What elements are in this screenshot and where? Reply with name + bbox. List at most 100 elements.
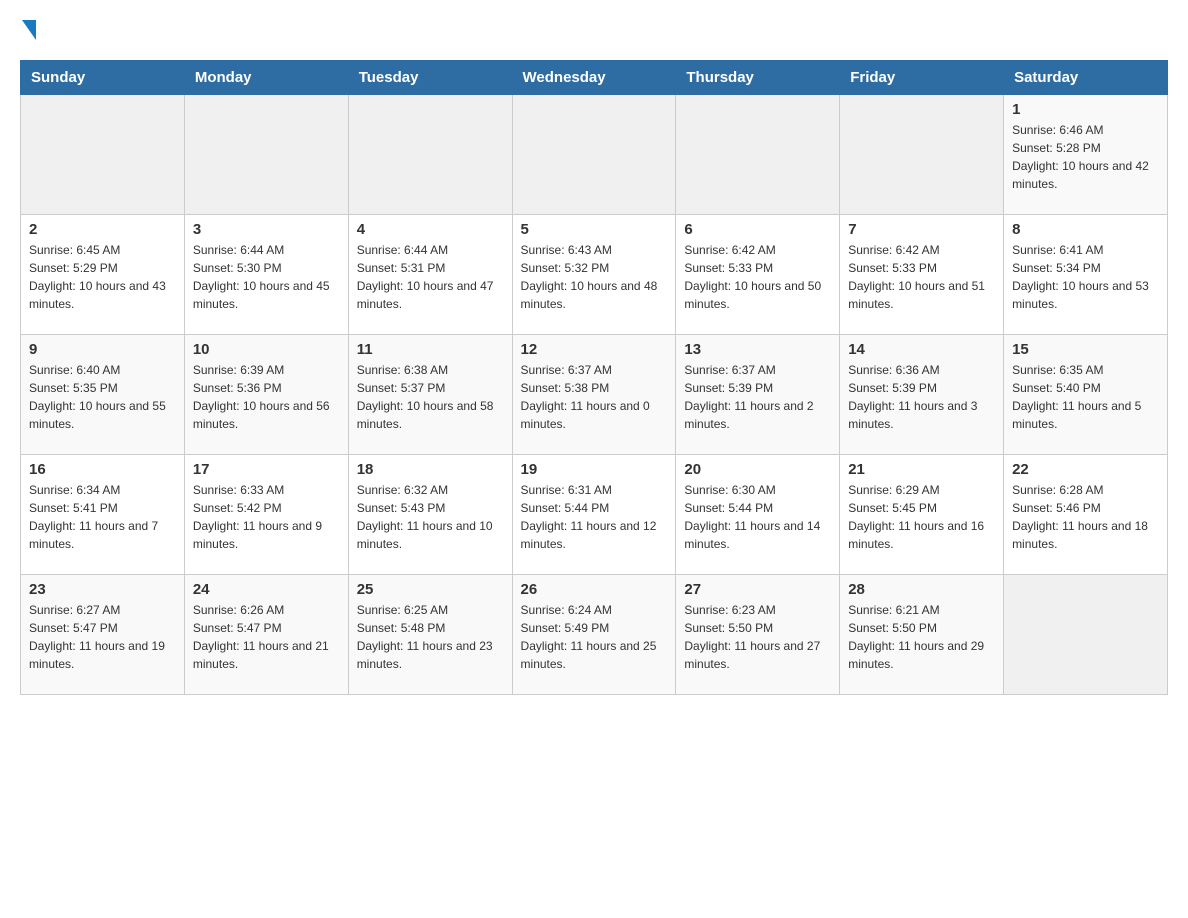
- day-number: 8: [1012, 221, 1159, 238]
- day-info: Sunrise: 6:31 AMSunset: 5:44 PMDaylight:…: [521, 481, 668, 553]
- day-info: Sunrise: 6:38 AMSunset: 5:37 PMDaylight:…: [357, 361, 504, 433]
- calendar-day-cell: 16 Sunrise: 6:34 AMSunset: 5:41 PMDayligh…: [21, 455, 185, 575]
- day-info: Sunrise: 6:45 AMSunset: 5:29 PMDaylight:…: [29, 241, 176, 313]
- calendar-day-cell: [512, 95, 676, 215]
- day-number: 20: [684, 461, 831, 478]
- day-number: 19: [521, 461, 668, 478]
- day-number: 1: [1012, 101, 1159, 118]
- day-info: Sunrise: 6:32 AMSunset: 5:43 PMDaylight:…: [357, 481, 504, 553]
- day-info: Sunrise: 6:33 AMSunset: 5:42 PMDaylight:…: [193, 481, 340, 553]
- day-number: 26: [521, 581, 668, 598]
- logo: [20, 20, 36, 44]
- day-number: 22: [1012, 461, 1159, 478]
- calendar-day-cell: 5Sunrise: 6:43 AMSunset: 5:32 PMDaylight…: [512, 215, 676, 335]
- day-info: Sunrise: 6:42 AMSunset: 5:33 PMDaylight:…: [848, 241, 995, 313]
- calendar-day-header: Thursday: [676, 61, 840, 95]
- calendar-week-row: 1 Sunrise: 6:46 AMSunset: 5:28 PMDaylight…: [21, 95, 1168, 215]
- day-info: Sunrise: 6:43 AMSunset: 5:32 PMDaylight:…: [521, 241, 668, 313]
- day-info: Sunrise: 6:34 AMSunset: 5:41 PMDaylight:…: [29, 481, 176, 553]
- calendar-day-cell: 12Sunrise: 6:37 AMSunset: 5:38 PMDayligh…: [512, 335, 676, 455]
- day-info: Sunrise: 6:37 AMSunset: 5:38 PMDaylight:…: [521, 361, 668, 433]
- calendar-day-cell: 3 Sunrise: 6:44 AMSunset: 5:30 PMDaylight…: [184, 215, 348, 335]
- logo-text: [20, 20, 36, 42]
- day-number: 15: [1012, 341, 1159, 358]
- day-info: Sunrise: 6:24 AMSunset: 5:49 PMDaylight:…: [521, 601, 668, 673]
- calendar-day-cell: [840, 95, 1004, 215]
- calendar-day-cell: [21, 95, 185, 215]
- day-number: 10: [193, 341, 340, 358]
- calendar-day-cell: 27 Sunrise: 6:23 AMSunset: 5:50 PMDayligh…: [676, 575, 840, 695]
- calendar-day-cell: 9 Sunrise: 6:40 AMSunset: 5:35 PMDaylight…: [21, 335, 185, 455]
- day-info: Sunrise: 6:44 AMSunset: 5:31 PMDaylight:…: [357, 241, 504, 313]
- day-number: 3: [193, 221, 340, 238]
- day-number: 24: [193, 581, 340, 598]
- day-info: Sunrise: 6:44 AMSunset: 5:30 PMDaylight:…: [193, 241, 340, 313]
- calendar-day-cell: [348, 95, 512, 215]
- calendar-day-cell: 26 Sunrise: 6:24 AMSunset: 5:49 PMDayligh…: [512, 575, 676, 695]
- calendar-day-cell: 17 Sunrise: 6:33 AMSunset: 5:42 PMDayligh…: [184, 455, 348, 575]
- calendar-day-cell: 25 Sunrise: 6:25 AMSunset: 5:48 PMDayligh…: [348, 575, 512, 695]
- day-number: 16: [29, 461, 176, 478]
- day-number: 17: [193, 461, 340, 478]
- calendar-day-cell: 11 Sunrise: 6:38 AMSunset: 5:37 PMDayligh…: [348, 335, 512, 455]
- calendar-day-cell: 28Sunrise: 6:21 AMSunset: 5:50 PMDayligh…: [840, 575, 1004, 695]
- day-number: 9: [29, 341, 176, 358]
- day-number: 25: [357, 581, 504, 598]
- day-number: 14: [848, 341, 995, 358]
- calendar-day-cell: 21Sunrise: 6:29 AMSunset: 5:45 PMDayligh…: [840, 455, 1004, 575]
- calendar-day-cell: 4 Sunrise: 6:44 AMSunset: 5:31 PMDaylight…: [348, 215, 512, 335]
- calendar-day-cell: 10 Sunrise: 6:39 AMSunset: 5:36 PMDayligh…: [184, 335, 348, 455]
- day-info: Sunrise: 6:42 AMSunset: 5:33 PMDaylight:…: [684, 241, 831, 313]
- day-number: 13: [684, 341, 831, 358]
- calendar-day-header: Wednesday: [512, 61, 676, 95]
- logo-arrow-icon: [22, 20, 36, 40]
- day-info: Sunrise: 6:25 AMSunset: 5:48 PMDaylight:…: [357, 601, 504, 673]
- day-info: Sunrise: 6:40 AMSunset: 5:35 PMDaylight:…: [29, 361, 176, 433]
- day-info: Sunrise: 6:26 AMSunset: 5:47 PMDaylight:…: [193, 601, 340, 673]
- calendar-day-header: Monday: [184, 61, 348, 95]
- calendar-day-cell: 14 Sunrise: 6:36 AMSunset: 5:39 PMDayligh…: [840, 335, 1004, 455]
- calendar-week-row: 16 Sunrise: 6:34 AMSunset: 5:41 PMDayligh…: [21, 455, 1168, 575]
- day-info: Sunrise: 6:27 AMSunset: 5:47 PMDaylight:…: [29, 601, 176, 673]
- day-info: Sunrise: 6:46 AMSunset: 5:28 PMDaylight:…: [1012, 121, 1159, 193]
- calendar-day-cell: 22 Sunrise: 6:28 AMSunset: 5:46 PMDayligh…: [1004, 455, 1168, 575]
- day-info: Sunrise: 6:21 AMSunset: 5:50 PMDaylight:…: [848, 601, 995, 673]
- calendar-day-cell: 19 Sunrise: 6:31 AMSunset: 5:44 PMDayligh…: [512, 455, 676, 575]
- calendar-week-row: 23 Sunrise: 6:27 AMSunset: 5:47 PMDayligh…: [21, 575, 1168, 695]
- calendar-day-cell: 23 Sunrise: 6:27 AMSunset: 5:47 PMDayligh…: [21, 575, 185, 695]
- calendar-day-cell: 7 Sunrise: 6:42 AMSunset: 5:33 PMDaylight…: [840, 215, 1004, 335]
- calendar-day-cell: 1 Sunrise: 6:46 AMSunset: 5:28 PMDaylight…: [1004, 95, 1168, 215]
- calendar-header-row: SundayMondayTuesdayWednesdayThursdayFrid…: [21, 61, 1168, 95]
- day-number: 2: [29, 221, 176, 238]
- day-info: Sunrise: 6:23 AMSunset: 5:50 PMDaylight:…: [684, 601, 831, 673]
- calendar-day-header: Sunday: [21, 61, 185, 95]
- day-info: Sunrise: 6:29 AMSunset: 5:45 PMDaylight:…: [848, 481, 995, 553]
- calendar-day-cell: 8 Sunrise: 6:41 AMSunset: 5:34 PMDaylight…: [1004, 215, 1168, 335]
- calendar-day-cell: [1004, 575, 1168, 695]
- calendar-week-row: 2 Sunrise: 6:45 AMSunset: 5:29 PMDaylight…: [21, 215, 1168, 335]
- calendar-day-cell: 18 Sunrise: 6:32 AMSunset: 5:43 PMDayligh…: [348, 455, 512, 575]
- page-header: [20, 20, 1168, 44]
- calendar-day-cell: 15 Sunrise: 6:35 AMSunset: 5:40 PMDayligh…: [1004, 335, 1168, 455]
- day-number: 4: [357, 221, 504, 238]
- day-info: Sunrise: 6:35 AMSunset: 5:40 PMDaylight:…: [1012, 361, 1159, 433]
- calendar-day-header: Tuesday: [348, 61, 512, 95]
- day-number: 18: [357, 461, 504, 478]
- day-number: 23: [29, 581, 176, 598]
- calendar-day-header: Friday: [840, 61, 1004, 95]
- calendar-day-header: Saturday: [1004, 61, 1168, 95]
- day-info: Sunrise: 6:41 AMSunset: 5:34 PMDaylight:…: [1012, 241, 1159, 313]
- calendar-day-cell: 24 Sunrise: 6:26 AMSunset: 5:47 PMDayligh…: [184, 575, 348, 695]
- calendar-day-cell: 13Sunrise: 6:37 AMSunset: 5:39 PMDayligh…: [676, 335, 840, 455]
- day-info: Sunrise: 6:28 AMSunset: 5:46 PMDaylight:…: [1012, 481, 1159, 553]
- day-number: 11: [357, 341, 504, 358]
- day-number: 27: [684, 581, 831, 598]
- day-number: 6: [684, 221, 831, 238]
- calendar-table: SundayMondayTuesdayWednesdayThursdayFrid…: [20, 60, 1168, 695]
- day-info: Sunrise: 6:36 AMSunset: 5:39 PMDaylight:…: [848, 361, 995, 433]
- day-info: Sunrise: 6:30 AMSunset: 5:44 PMDaylight:…: [684, 481, 831, 553]
- calendar-day-cell: 6 Sunrise: 6:42 AMSunset: 5:33 PMDaylight…: [676, 215, 840, 335]
- day-info: Sunrise: 6:39 AMSunset: 5:36 PMDaylight:…: [193, 361, 340, 433]
- calendar-day-cell: 2 Sunrise: 6:45 AMSunset: 5:29 PMDaylight…: [21, 215, 185, 335]
- day-number: 7: [848, 221, 995, 238]
